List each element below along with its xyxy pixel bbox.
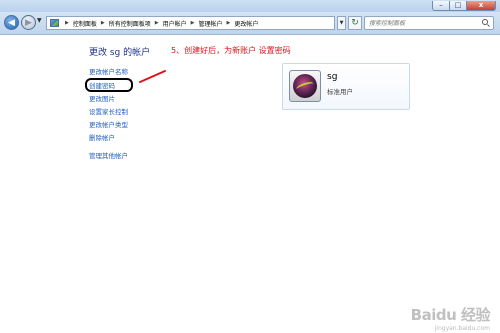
chevron-right-icon[interactable]: ▶ xyxy=(191,20,195,26)
change-account-name-link[interactable]: 更改帐户名称 xyxy=(89,66,128,76)
parental-controls-link[interactable]: 设置家长控制 xyxy=(89,106,128,116)
chevron-right-icon[interactable]: ▶ xyxy=(101,20,105,26)
breadcrumb-manage-accounts[interactable]: 管理帐户 xyxy=(198,19,222,28)
annotation-arrow xyxy=(139,70,166,83)
manage-other-accounts-link[interactable]: 管理其他帐户 xyxy=(89,150,128,160)
chevron-right-icon[interactable]: ▶ xyxy=(65,20,69,26)
chevron-right-icon[interactable]: ▶ xyxy=(227,20,231,26)
breadcrumb-all-items[interactable]: 所有控制面板项 xyxy=(109,19,151,28)
control-panel-icon xyxy=(50,19,59,27)
page-title: 更改 sg 的帐户 xyxy=(89,48,151,58)
address-dropdown-icon[interactable]: ▼ xyxy=(337,16,346,30)
account-card: sg 标准用户 xyxy=(282,63,410,110)
refresh-icon: ↻ xyxy=(351,18,359,28)
back-arrow-icon: ◀ xyxy=(8,17,15,28)
close-button[interactable]: x xyxy=(467,1,496,11)
window-controls: – □ x xyxy=(432,1,496,11)
title-bar: – □ x xyxy=(0,0,500,12)
maximize-button[interactable]: □ xyxy=(450,1,467,11)
delete-account-link[interactable]: 删除帐户 xyxy=(89,132,115,142)
change-account-type-link[interactable]: 更改帐户类型 xyxy=(89,119,128,129)
navigation-bar: ◀ ▶ ▼ ▶ 控制面板 ▶ 所有控制面板项 ▶ 用户帐户 ▶ 管理帐户 ▶ 更… xyxy=(0,12,500,35)
baidu-watermark-logo: Baidu 经验 xyxy=(410,306,491,324)
tutorial-annotation: 5、创建好后，为新账户 设置密码 xyxy=(171,46,291,55)
back-button[interactable]: ◀ xyxy=(4,15,19,30)
forward-button[interactable]: ▶ xyxy=(21,15,36,30)
address-bar[interactable]: ▶ 控制面板 ▶ 所有控制面板项 ▶ 用户帐户 ▶ 管理帐户 ▶ 更改帐户 xyxy=(46,16,335,30)
chevron-right-icon[interactable]: ▶ xyxy=(155,20,159,26)
breadcrumb-control-panel[interactable]: 控制面板 xyxy=(73,19,97,28)
change-picture-link[interactable]: 更改图片 xyxy=(89,93,115,103)
avatar xyxy=(289,70,321,102)
breadcrumb-change-account[interactable]: 更改帐户 xyxy=(234,19,258,28)
search-icon[interactable] xyxy=(482,19,488,25)
refresh-button[interactable]: ↻ xyxy=(348,16,362,30)
breadcrumb-user-accounts[interactable]: 用户帐户 xyxy=(163,19,187,28)
baidu-watermark-url: jingyan.baidu.com xyxy=(434,325,490,332)
account-type: 标准用户 xyxy=(327,88,353,96)
forward-arrow-icon: ▶ xyxy=(25,17,32,28)
recent-pages-dropdown-icon[interactable]: ▼ xyxy=(37,17,42,24)
highlight-box xyxy=(85,78,133,92)
account-name: sg xyxy=(327,72,338,82)
minimize-button[interactable]: – xyxy=(432,1,450,11)
search-input[interactable] xyxy=(364,16,494,30)
main-content: 更改 sg 的帐户 5、创建好后，为新账户 设置密码 更改帐户名称 创建密码 更… xyxy=(0,35,500,333)
